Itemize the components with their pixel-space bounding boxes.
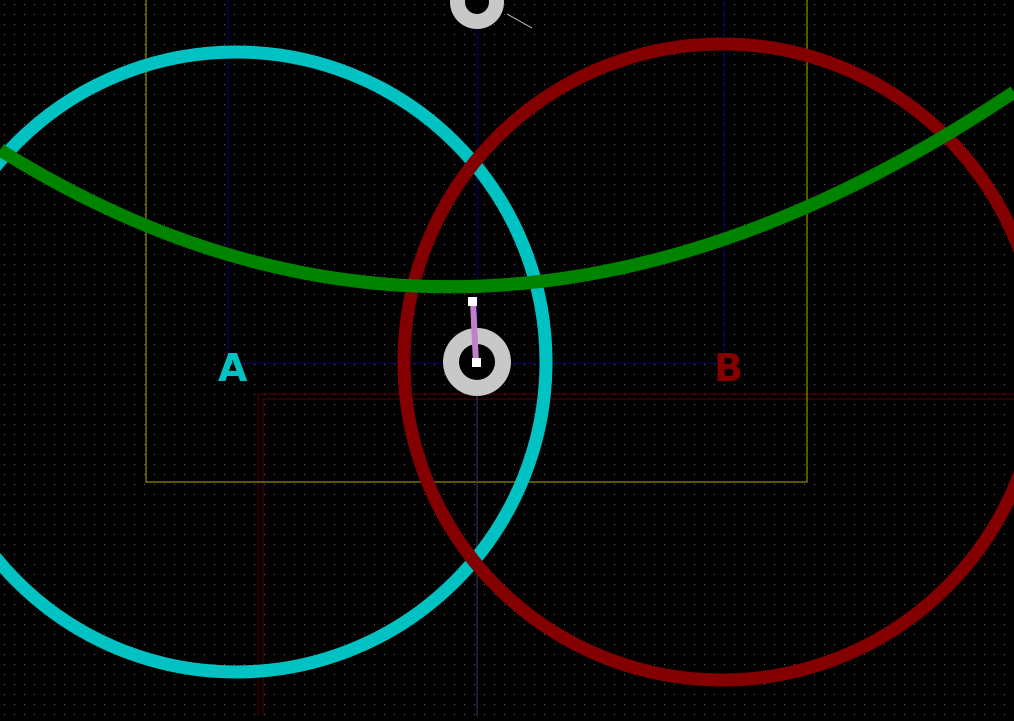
pcb-editor-canvas[interactable]: A B <box>0 0 1014 716</box>
label-b: B <box>714 346 743 390</box>
drag-handle-icon[interactable] <box>472 358 481 367</box>
selected-segment[interactable] <box>470 301 479 364</box>
label-a: A <box>218 346 248 390</box>
drag-handle-icon[interactable] <box>468 297 477 306</box>
